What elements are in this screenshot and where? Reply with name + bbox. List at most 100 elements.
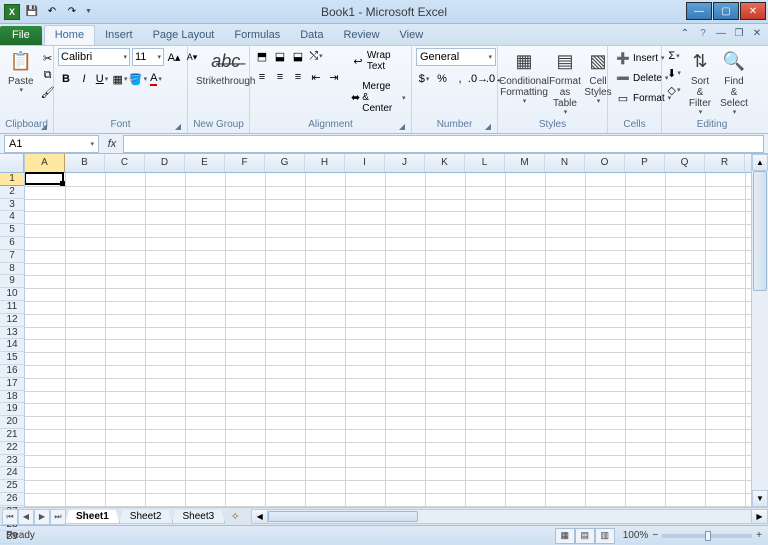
decrease-indent-button[interactable]: ⇤ <box>308 69 324 85</box>
sheet-tab-3[interactable]: Sheet3 <box>172 510 226 524</box>
row-header-4[interactable]: 4 <box>0 211 24 224</box>
tab-view[interactable]: View <box>390 26 434 45</box>
row-header-13[interactable]: 13 <box>0 327 24 340</box>
column-header-O[interactable]: O <box>585 154 625 172</box>
maximize-button[interactable]: ▢ <box>713 2 739 20</box>
row-header-9[interactable]: 9 <box>0 275 24 288</box>
underline-button[interactable]: U▾ <box>94 71 110 87</box>
tab-data[interactable]: Data <box>290 26 333 45</box>
row-header-16[interactable]: 16 <box>0 365 24 378</box>
row-header-20[interactable]: 20 <box>0 416 24 429</box>
selected-cell[interactable] <box>25 172 64 185</box>
sort-filter-button[interactable]: ⇅Sort & Filter▾ <box>684 48 716 119</box>
row-header-1[interactable]: 1 <box>0 173 24 186</box>
help-icon[interactable]: ? <box>696 26 710 40</box>
column-header-H[interactable]: H <box>305 154 345 172</box>
scroll-down-icon[interactable]: ▼ <box>752 490 768 507</box>
row-header-24[interactable]: 24 <box>0 467 24 480</box>
row-header-26[interactable]: 26 <box>0 493 24 506</box>
tab-page-layout[interactable]: Page Layout <box>143 26 225 45</box>
align-bottom-button[interactable]: ⬓ <box>290 48 306 64</box>
row-header-15[interactable]: 15 <box>0 352 24 365</box>
number-launcher-icon[interactable]: ◢ <box>483 122 493 132</box>
fill-color-button[interactable]: 🪣▾ <box>130 71 146 87</box>
scroll-left-icon[interactable]: ◀ <box>251 509 268 524</box>
row-header-21[interactable]: 21 <box>0 429 24 442</box>
font-size-combo[interactable]: 11▾ <box>132 48 164 66</box>
clipboard-launcher-icon[interactable]: ◢ <box>39 122 49 132</box>
number-format-combo[interactable]: General▾ <box>416 48 496 66</box>
qat-customize-icon[interactable]: ▼ <box>85 8 92 15</box>
row-header-25[interactable]: 25 <box>0 480 24 493</box>
fx-button[interactable]: fx <box>103 135 121 153</box>
name-box[interactable]: A1▾ <box>4 135 99 153</box>
column-header-J[interactable]: J <box>385 154 425 172</box>
view-normal-button[interactable]: ▦ <box>555 528 575 544</box>
column-header-G[interactable]: G <box>265 154 305 172</box>
column-header-P[interactable]: P <box>625 154 665 172</box>
border-button[interactable]: ▦▾ <box>112 71 128 87</box>
tab-home[interactable]: Home <box>44 25 95 45</box>
column-header-B[interactable]: B <box>65 154 105 172</box>
excel-logo-icon[interactable]: X <box>4 4 20 20</box>
find-select-button[interactable]: 🔍Find & Select▾ <box>718 48 750 119</box>
column-header-F[interactable]: F <box>225 154 265 172</box>
accounting-button[interactable]: $▾ <box>416 71 432 87</box>
hscroll-thumb[interactable] <box>268 511 418 522</box>
row-header-22[interactable]: 22 <box>0 442 24 455</box>
vscroll-thumb[interactable] <box>753 171 767 291</box>
row-header-11[interactable]: 11 <box>0 301 24 314</box>
font-name-combo[interactable]: Calibri▾ <box>58 48 130 66</box>
qat-redo-button[interactable]: ↷ <box>64 4 80 20</box>
column-header-D[interactable]: D <box>145 154 185 172</box>
column-header-Q[interactable]: Q <box>665 154 705 172</box>
grow-font-button[interactable]: A▴ <box>166 49 182 65</box>
fill-button[interactable]: ⬇▾ <box>666 65 682 81</box>
align-right-button[interactable]: ≡ <box>290 69 306 85</box>
zoom-in-button[interactable]: + <box>756 530 762 541</box>
column-header-I[interactable]: I <box>345 154 385 172</box>
horizontal-scrollbar[interactable]: ◀ ▶ <box>251 509 768 524</box>
sheet-tab-1[interactable]: Sheet1 <box>65 510 120 524</box>
orientation-button[interactable]: ⤭▾ <box>308 48 324 64</box>
merge-center-button[interactable]: ⬌Merge & Center▾ <box>348 79 409 116</box>
increase-decimal-button[interactable]: .0→ <box>470 71 486 87</box>
column-header-A[interactable]: A <box>25 154 65 172</box>
workbook-minimize-icon[interactable]: — <box>714 26 728 40</box>
scroll-up-icon[interactable]: ▲ <box>752 154 768 171</box>
insert-cells-button[interactable]: ➕Insert▾ <box>612 48 668 68</box>
row-header-3[interactable]: 3 <box>0 199 24 212</box>
sheet-tab-2[interactable]: Sheet2 <box>119 510 173 524</box>
minimize-button[interactable]: — <box>686 2 712 20</box>
qat-undo-button[interactable]: ↶ <box>44 4 60 20</box>
row-header-18[interactable]: 18 <box>0 391 24 404</box>
tab-file[interactable]: File <box>0 26 42 45</box>
column-header-N[interactable]: N <box>545 154 585 172</box>
workbook-close-icon[interactable]: ✕ <box>750 26 764 40</box>
zoom-out-button[interactable]: − <box>652 530 658 541</box>
workbook-restore-icon[interactable]: ❐ <box>732 26 746 40</box>
view-pagelayout-button[interactable]: ▤ <box>575 528 595 544</box>
increase-indent-button[interactable]: ⇥ <box>326 69 342 85</box>
row-header-17[interactable]: 17 <box>0 378 24 391</box>
row-header-23[interactable]: 23 <box>0 455 24 468</box>
autosum-button[interactable]: Σ▾ <box>666 48 682 64</box>
tab-nav-next-icon[interactable]: ▶ <box>34 509 50 525</box>
view-pagebreak-button[interactable]: ▥ <box>595 528 615 544</box>
row-header-19[interactable]: 19 <box>0 403 24 416</box>
row-header-12[interactable]: 12 <box>0 314 24 327</box>
italic-button[interactable]: I <box>76 71 92 87</box>
align-center-button[interactable]: ≡ <box>272 69 288 85</box>
format-as-table-button[interactable]: ▤Format as Table▾ <box>548 48 582 119</box>
column-header-C[interactable]: C <box>105 154 145 172</box>
comma-button[interactable]: , <box>452 71 468 87</box>
clear-button[interactable]: ◇▾ <box>666 82 682 98</box>
align-left-button[interactable]: ≡ <box>254 69 270 85</box>
zoom-slider[interactable] <box>662 534 752 538</box>
conditional-formatting-button[interactable]: ▦Conditional Formatting▾ <box>502 48 546 108</box>
align-top-button[interactable]: ⬒ <box>254 48 270 64</box>
row-header-7[interactable]: 7 <box>0 250 24 263</box>
wrap-text-button[interactable]: ↩Wrap Text <box>348 48 409 74</box>
align-middle-button[interactable]: ⬓ <box>272 48 288 64</box>
alignment-launcher-icon[interactable]: ◢ <box>397 122 407 132</box>
